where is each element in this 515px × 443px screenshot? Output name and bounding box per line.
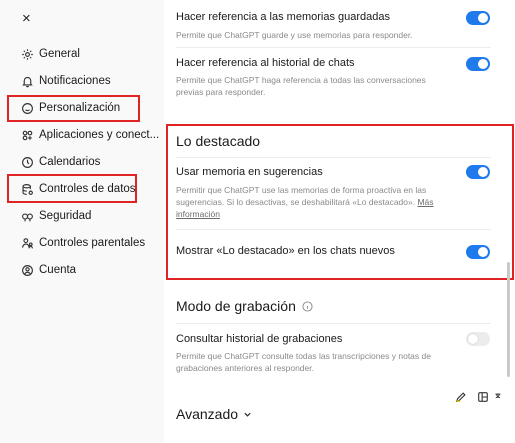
section-title-recording: Modo de grabación <box>176 298 313 314</box>
gear-icon <box>20 47 34 61</box>
divider <box>176 229 491 230</box>
scrollbar[interactable] <box>507 262 510 377</box>
sidebar-item-label: Controles de datos <box>39 183 136 195</box>
divider <box>176 323 491 324</box>
sidebar-item-general[interactable]: General <box>20 44 80 64</box>
apps-icon <box>20 128 34 142</box>
sidebar-item-personalization[interactable]: Personalización <box>20 98 120 118</box>
pencil-icon[interactable] <box>450 386 472 408</box>
info-icon[interactable] <box>302 300 313 312</box>
sidebar-item-label: Aplicaciones y conect... <box>39 129 160 141</box>
row-desc-memory-suggestions: Permitir que ChatGPT use las memorias de… <box>176 185 434 219</box>
translate-icon[interactable] <box>494 386 504 408</box>
toggle-recording-history[interactable] <box>466 332 490 346</box>
sidebar-item-apps[interactable]: Aplicaciones y conect... <box>20 125 160 145</box>
toggle-memory-suggestions[interactable] <box>466 165 490 179</box>
personalization-icon <box>20 101 34 115</box>
divider <box>176 157 491 158</box>
section-title-advanced[interactable]: Avanzado <box>176 406 252 422</box>
family-icon <box>20 236 34 250</box>
sidebar-item-calendars[interactable]: Calendarios <box>20 152 100 172</box>
toggle-show-highlights[interactable] <box>466 245 490 259</box>
row-title-recording-history: Consultar historial de grabaciones <box>176 333 343 345</box>
chevron-down-icon <box>243 410 252 419</box>
floating-toolbar <box>450 386 504 408</box>
sidebar-item-account[interactable]: Cuenta <box>20 260 76 280</box>
row-desc-recording-history: Permite que ChatGPT consulte todas las t… <box>176 351 431 373</box>
toggle-chat-history[interactable] <box>466 57 490 71</box>
clock-icon <box>20 155 34 169</box>
sidebar-item-label: Controles parentales <box>39 237 146 249</box>
sidebar-item-label: General <box>39 48 80 60</box>
toggle-saved-memories[interactable] <box>466 11 490 25</box>
sidebar-item-parental-controls[interactable]: Controles parentales <box>20 233 145 253</box>
settings-main: Hacer referencia a las memorias guardada… <box>164 0 515 443</box>
row-title-memory-suggestions: Usar memoria en sugerencias <box>176 166 323 178</box>
sidebar-item-security[interactable]: Seguridad <box>20 206 91 226</box>
row-title-saved-memories: Hacer referencia a las memorias guardada… <box>176 11 390 23</box>
panel-icon[interactable] <box>472 386 494 408</box>
sidebar-item-label: Cuenta <box>39 264 77 276</box>
sidebar-item-label: Seguridad <box>39 210 92 222</box>
bell-icon <box>20 74 34 88</box>
account-icon <box>20 263 34 277</box>
settings-sidebar: × General Notificaciones Personalización… <box>0 0 164 443</box>
row-desc-chat-history: Permite que ChatGPT haga referencia a to… <box>176 75 426 97</box>
row-desc-saved-memories: Permite que ChatGPT guarde y use memoria… <box>176 30 413 40</box>
sidebar-item-label: Calendarios <box>39 156 101 168</box>
sidebar-item-data-controls[interactable]: Controles de datos <box>20 179 136 199</box>
database-icon <box>20 182 34 196</box>
close-icon[interactable]: × <box>22 11 38 27</box>
shield-key-icon <box>20 209 34 223</box>
row-title-chat-history: Hacer referencia al historial de chats <box>176 57 355 69</box>
sidebar-item-label: Personalización <box>39 102 121 114</box>
sidebar-item-notifications[interactable]: Notificaciones <box>20 71 111 91</box>
divider <box>176 47 491 48</box>
row-title-show-highlights: Mostrar «Lo destacado» en los chats nuev… <box>176 245 395 257</box>
section-title-highlights: Lo destacado <box>176 133 261 149</box>
sidebar-item-label: Notificaciones <box>39 75 111 87</box>
